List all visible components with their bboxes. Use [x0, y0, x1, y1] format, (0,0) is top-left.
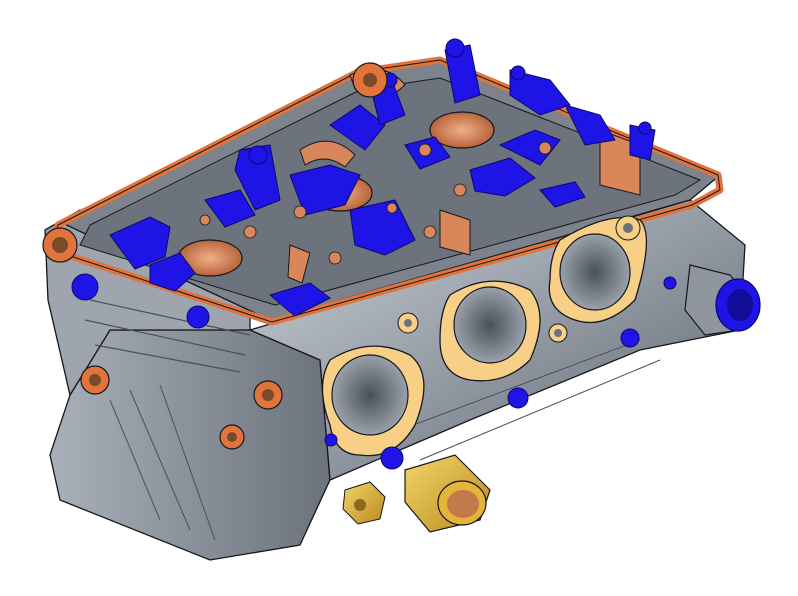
cad-viewport[interactable]	[0, 0, 798, 596]
coolant-fitting-gold	[342, 454, 491, 533]
intake-port-3	[559, 233, 631, 311]
intake-port-2	[453, 286, 527, 364]
cylinder-head-model[interactable]	[0, 0, 798, 596]
intake-port-1	[331, 354, 409, 436]
